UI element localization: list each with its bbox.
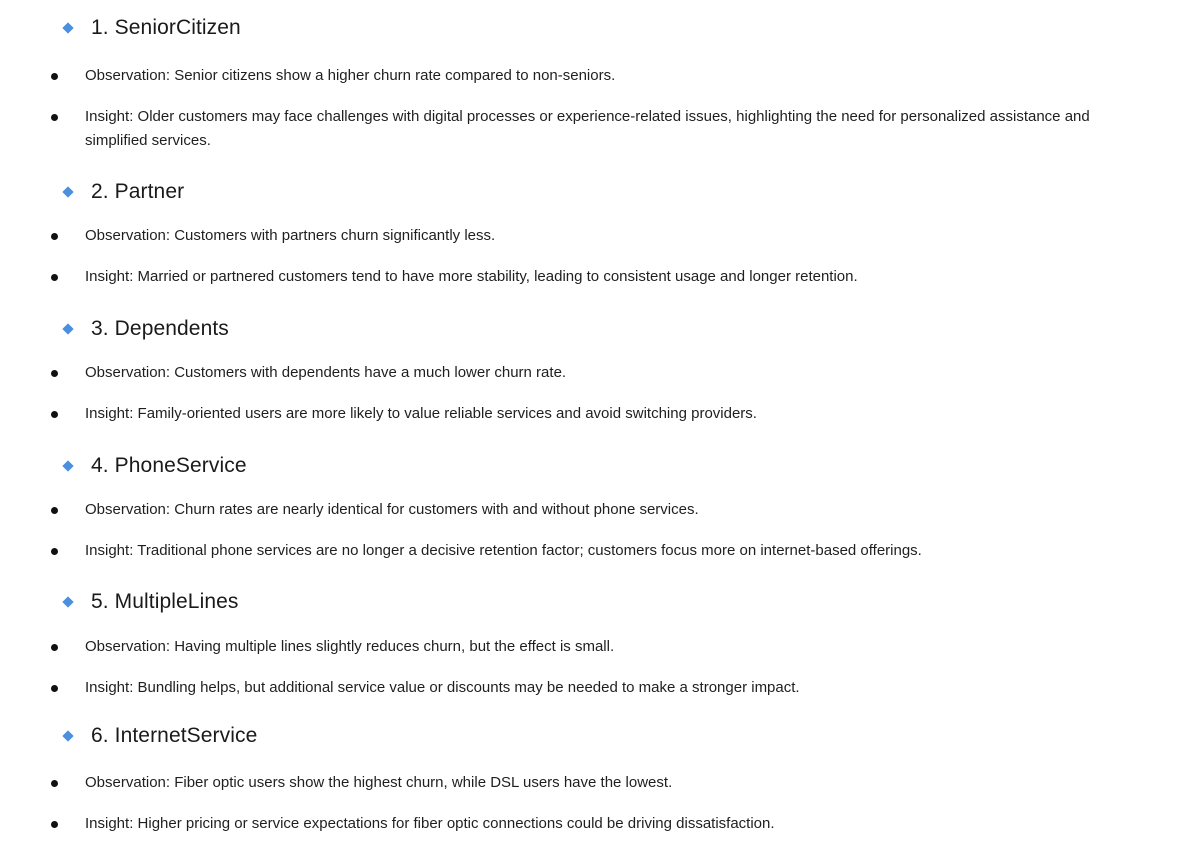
section-heading: 5. MultipleLines xyxy=(0,582,1180,622)
list-item-observation: Observation: Having multiple lines sligh… xyxy=(0,635,1180,659)
bullet-dot-icon xyxy=(51,780,58,787)
list-item-insight: Insight: Older customers may face challe… xyxy=(0,105,1180,153)
insight-text: Insight: Family-oriented users are more … xyxy=(85,405,757,422)
section-heading-text: 1. SeniorCitizen xyxy=(91,16,241,39)
section-heading: 1. SeniorCitizen xyxy=(0,8,1180,48)
observation-text: Observation: Fiber optic users show the … xyxy=(85,774,673,791)
observation-text: Observation: Having multiple lines sligh… xyxy=(85,638,615,655)
list-item-insight: Insight: Traditional phone services are … xyxy=(0,539,1180,563)
section-heading: 3. Dependents xyxy=(0,309,1180,349)
observation-text: Observation: Customers with partners chu… xyxy=(85,227,496,244)
section-heading: 4. PhoneService xyxy=(0,446,1180,486)
list-item-insight: Insight: Bundling helps, but additional … xyxy=(0,676,1180,700)
section-heading-text: 6. InternetService xyxy=(91,724,258,747)
section-internet-service: 6. InternetService Observation: Fiber op… xyxy=(0,716,1180,832)
bullet-dot-icon xyxy=(51,114,58,121)
section-partner: 2. Partner Observation: Customers with p… xyxy=(0,172,1180,285)
bullet-dot-icon xyxy=(51,644,58,651)
list-item-insight: Insight: Higher pricing or service expec… xyxy=(0,812,1180,836)
section-phone-service: 4. PhoneService Observation: Churn rates… xyxy=(0,446,1180,559)
diamond-bullet-icon xyxy=(62,323,74,335)
diamond-bullet-icon xyxy=(62,460,74,472)
insight-text: Insight: Bundling helps, but additional … xyxy=(85,679,800,696)
list-item-observation: Observation: Customers with partners chu… xyxy=(0,224,1180,248)
insight-text: Insight: Married or partnered customers … xyxy=(85,268,858,285)
section-heading-text: 5. MultipleLines xyxy=(91,590,239,613)
observation-text: Observation: Customers with dependents h… xyxy=(85,364,567,381)
list-item-observation: Observation: Customers with dependents h… xyxy=(0,361,1180,385)
bullet-dot-icon xyxy=(51,233,58,240)
list-item-observation: Observation: Churn rates are nearly iden… xyxy=(0,498,1180,522)
bullet-dot-icon xyxy=(51,411,58,418)
diamond-bullet-icon xyxy=(62,730,74,742)
section-heading: 2. Partner xyxy=(0,172,1180,212)
section-multiple-lines: 5. MultipleLines Observation: Having mul… xyxy=(0,582,1180,696)
observation-text: Observation: Churn rates are nearly iden… xyxy=(85,501,699,518)
diamond-bullet-icon xyxy=(62,22,74,34)
list-item-observation: Observation: Senior citizens show a high… xyxy=(0,64,1180,88)
list-item-insight: Insight: Married or partnered customers … xyxy=(0,265,1180,289)
bullet-dot-icon xyxy=(51,685,58,692)
section-heading: 6. InternetService xyxy=(0,716,1180,756)
bullet-dot-icon xyxy=(51,821,58,828)
list-item-observation: Observation: Fiber optic users show the … xyxy=(0,771,1180,795)
section-heading-text: 4. PhoneService xyxy=(91,454,247,477)
bullet-dot-icon xyxy=(51,370,58,377)
bullet-dot-icon xyxy=(51,73,58,80)
section-dependents: 3. Dependents Observation: Customers wit… xyxy=(0,309,1180,422)
bullet-dot-icon xyxy=(51,548,58,555)
bullet-dot-icon xyxy=(51,274,58,281)
insight-text: Insight: Higher pricing or service expec… xyxy=(85,815,775,832)
section-senior-citizen: 1. SeniorCitizen Observation: Senior cit… xyxy=(0,8,1180,149)
section-heading-text: 3. Dependents xyxy=(91,317,229,340)
observation-text: Observation: Senior citizens show a high… xyxy=(85,67,616,84)
diamond-bullet-icon xyxy=(62,186,74,198)
list-item-insight: Insight: Family-oriented users are more … xyxy=(0,402,1180,426)
bullet-dot-icon xyxy=(51,507,58,514)
section-heading-text: 2. Partner xyxy=(91,180,185,203)
diamond-bullet-icon xyxy=(62,596,74,608)
insight-text: Insight: Traditional phone services are … xyxy=(85,542,922,559)
insight-text: Insight: Older customers may face challe… xyxy=(85,108,1090,149)
